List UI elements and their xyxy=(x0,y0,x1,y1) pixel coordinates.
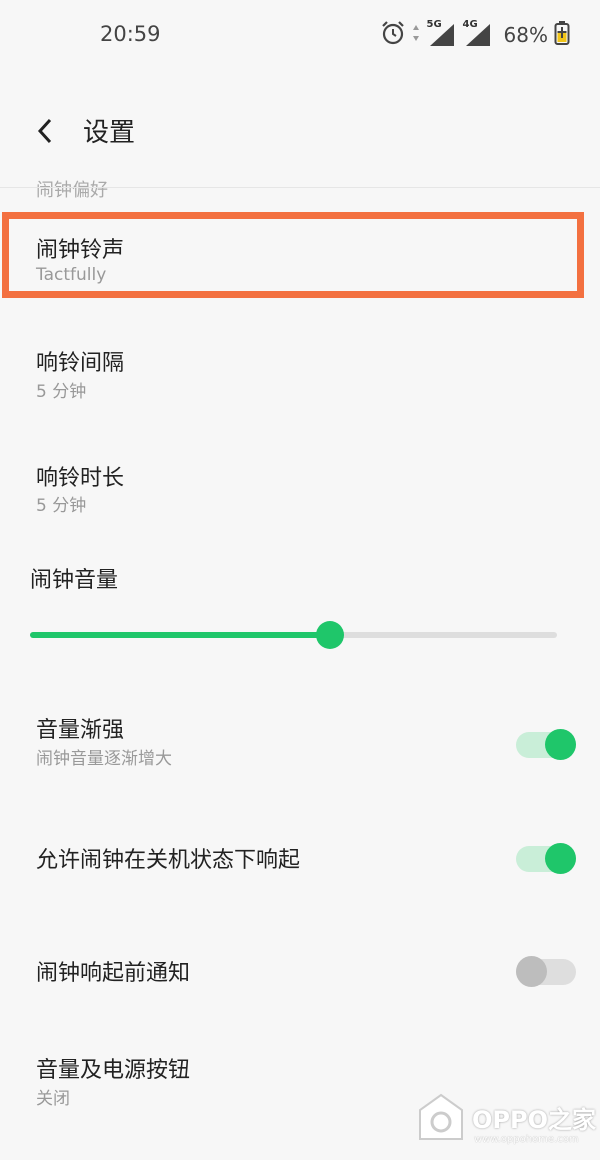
back-button[interactable] xyxy=(30,114,64,148)
setting-subtitle: 关闭 xyxy=(36,1089,70,1109)
net-4g-label: 4G xyxy=(462,19,478,30)
status-time: 20:59 xyxy=(100,22,161,46)
setting-item-volume-increase[interactable]: 音量渐强 闹钟音量逐渐增大 xyxy=(0,700,600,780)
house-logo-icon xyxy=(419,1093,463,1140)
alarm-icon xyxy=(380,20,406,50)
setting-subtitle: 5 分钟 xyxy=(36,496,87,516)
status-bar: 20:59 5G 4G 68% xyxy=(0,0,600,70)
toggle-knob xyxy=(545,729,576,760)
setting-title: 响铃时长 xyxy=(36,466,125,491)
toggle-knob xyxy=(516,956,547,987)
setting-item-ring-duration[interactable]: 响铃时长 5 分钟 xyxy=(0,448,600,528)
setting-title: 允许闹钟在关机状态下响起 xyxy=(36,848,301,873)
toggle-knob xyxy=(545,843,576,874)
highlight-frame xyxy=(2,212,584,298)
setting-subtitle: 5 分钟 xyxy=(36,382,87,402)
slider-thumb[interactable] xyxy=(316,621,344,649)
setting-item-snooze-interval[interactable]: 响铃间隔 5 分钟 xyxy=(0,335,600,415)
volume-increase-toggle[interactable] xyxy=(516,728,576,760)
partial-item-label: 闹钟偏好 xyxy=(36,180,108,201)
alarm-volume-title: 闹钟音量 xyxy=(30,568,119,593)
watermark-url: www.oppohome.com xyxy=(474,1134,579,1145)
setting-item-pre-alarm-notify[interactable]: 闹钟响起前通知 xyxy=(0,940,600,1010)
setting-title: 闹钟响起前通知 xyxy=(36,961,191,986)
setting-subtitle: 闹钟音量逐渐增大 xyxy=(36,749,172,769)
watermark: OPPO之家 www.oppohome.com xyxy=(418,1092,596,1145)
battery-percent: 68% xyxy=(503,23,548,47)
net-5g-label: 5G xyxy=(426,19,442,30)
list-item-partial[interactable]: 闹钟偏好 xyxy=(36,180,108,202)
page-title: 设置 xyxy=(83,118,136,148)
back-arrow-icon xyxy=(37,118,52,144)
header-divider xyxy=(0,187,600,188)
pre-alarm-notify-toggle[interactable] xyxy=(516,955,576,987)
setting-title: 音量渐强 xyxy=(36,718,125,743)
alarm-volume-slider[interactable] xyxy=(30,620,557,650)
setting-title: 音量及电源按钮 xyxy=(36,1058,191,1083)
slider-fill xyxy=(30,632,330,638)
setting-title: 响铃间隔 xyxy=(36,351,125,376)
battery-charging-icon xyxy=(554,20,570,50)
signal-5g-icon: 5G xyxy=(426,19,456,48)
signal-4g-icon: 4G xyxy=(462,19,492,48)
power-off-alarm-toggle[interactable] xyxy=(516,842,576,874)
status-icons: 5G 4G 68% xyxy=(380,19,570,50)
data-arrows-icon xyxy=(412,23,420,47)
watermark-text: OPPO之家 xyxy=(472,1105,596,1134)
setting-item-power-off-alarm[interactable]: 允许闹钟在关机状态下响起 xyxy=(0,825,600,895)
header: 设置 xyxy=(0,100,600,164)
